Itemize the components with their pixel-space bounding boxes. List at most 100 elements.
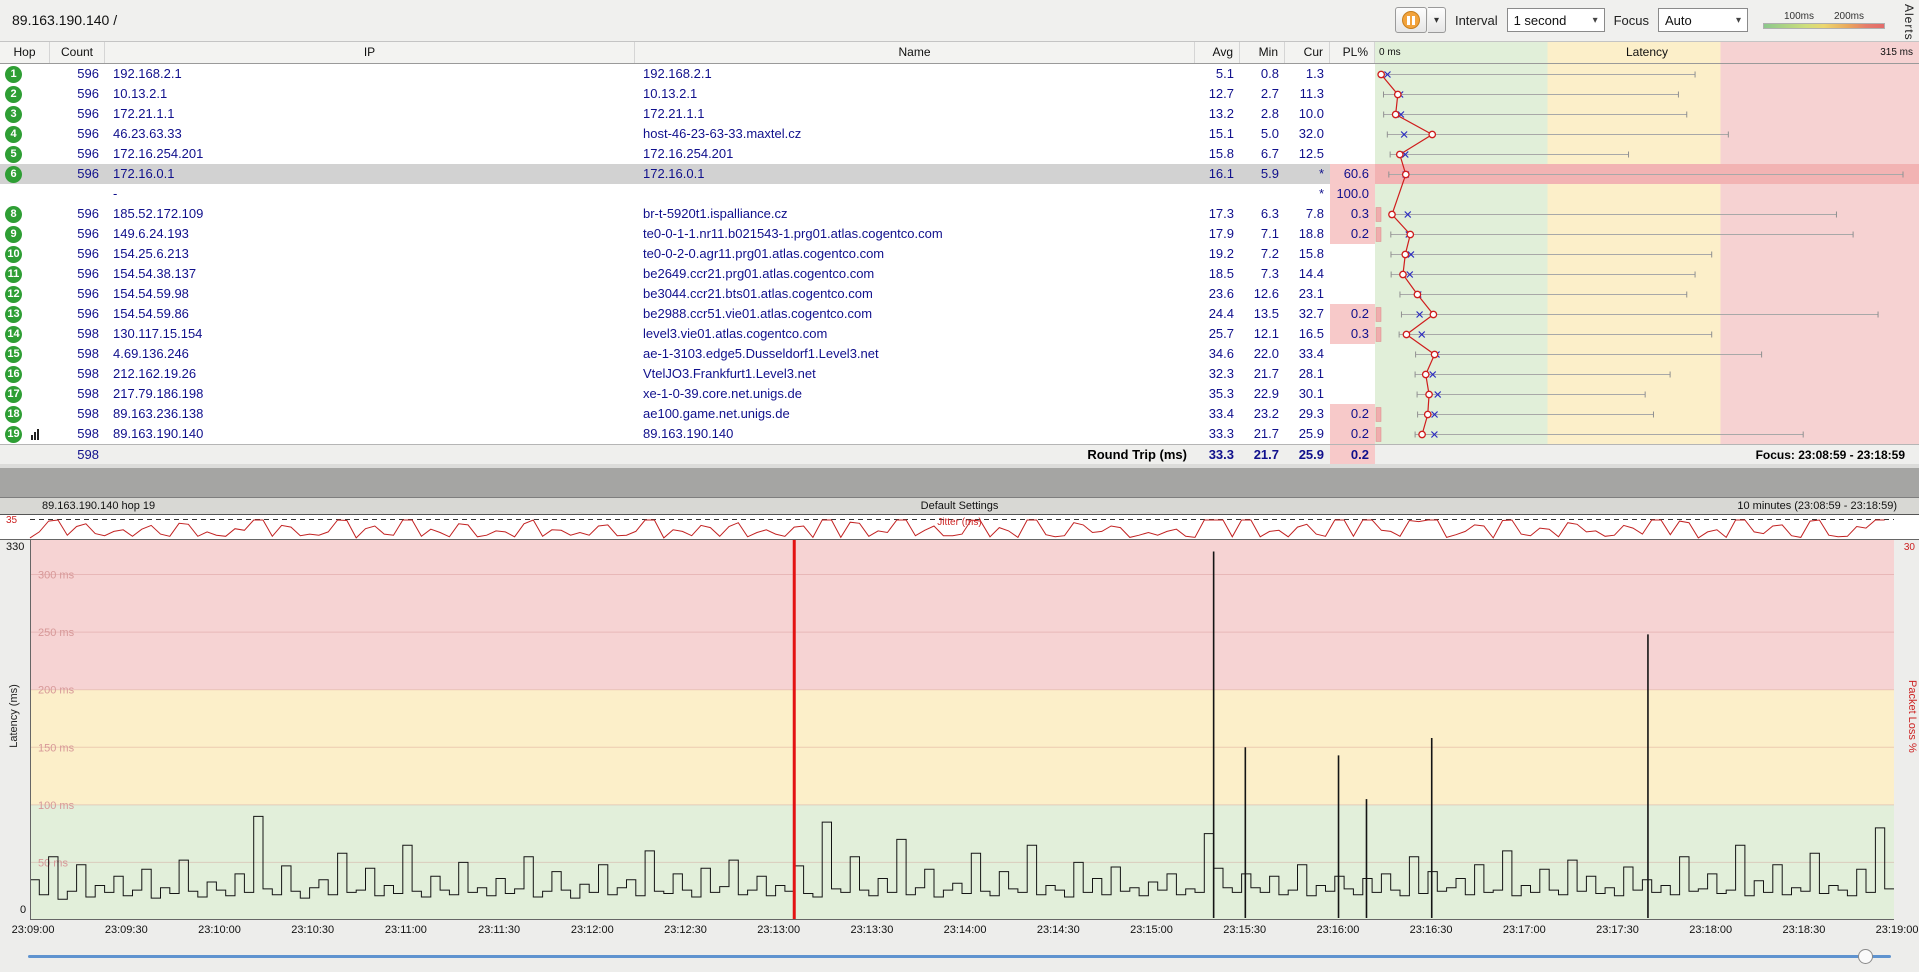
ip-cell: 154.54.59.86 — [105, 304, 635, 324]
ip-cell: 192.168.2.1 — [105, 64, 635, 84]
count-cell: 596 — [50, 164, 105, 184]
time-tick-label: 23:14:00 — [944, 924, 987, 936]
table-row[interactable]: 8596185.52.172.109br-t-5920t1.ispallianc… — [0, 204, 1919, 224]
timeline-settings-label[interactable]: Default Settings — [921, 498, 999, 514]
col-header-min[interactable]: Min — [1240, 42, 1285, 63]
table-row[interactable]: 14598130.117.15.154level3.vie01.atlas.co… — [0, 324, 1919, 344]
table-row[interactable]: 155984.69.136.246ae-1-3103.edge5.Dusseld… — [0, 344, 1919, 364]
name-cell: VtelJO3.Frankfurt1.Level3.net — [635, 364, 1195, 384]
count-cell: 598 — [50, 364, 105, 384]
hop-badge: 12 — [5, 286, 22, 303]
name-cell: ae-1-3103.edge5.Dusseldorf1.Level3.net — [635, 344, 1195, 364]
time-tick-label: 23:11:00 — [385, 924, 427, 936]
name-cell: 89.163.190.140 — [635, 424, 1195, 444]
timeline-scrollbar[interactable] — [0, 942, 1919, 972]
table-row[interactable]: 1959889.163.190.14089.163.190.14033.321.… — [0, 424, 1919, 444]
cur-cell: 15.8 — [1285, 244, 1330, 264]
pl-cell: 0.2 — [1330, 304, 1375, 324]
table-row[interactable]: 3596172.21.1.1172.21.1.113.22.810.0 — [0, 104, 1919, 124]
avg-cell: 5.1 — [1195, 64, 1240, 84]
latency-cell — [1375, 124, 1919, 144]
cur-cell: 1.3 — [1285, 64, 1330, 84]
count-cell: 596 — [50, 264, 105, 284]
pl-cell — [1330, 124, 1375, 144]
table-row[interactable]: 259610.13.2.110.13.2.112.72.711.3 — [0, 84, 1919, 104]
cur-cell: 12.5 — [1285, 144, 1330, 164]
alerts-tab[interactable]: Alerts — [1902, 4, 1916, 41]
table-row[interactable]: 9596149.6.24.193te0-0-1-1.nr11.b021543-1… — [0, 224, 1919, 244]
avg-cell: 13.2 — [1195, 104, 1240, 124]
interval-value: 1 second — [1514, 13, 1567, 28]
timeline-range-label[interactable]: 10 minutes (23:08:59 - 23:18:59) — [1737, 498, 1897, 514]
table-row[interactable]: -*100.0 — [0, 184, 1919, 204]
footer-cur: 25.9 — [1285, 445, 1330, 464]
scrollbar-track[interactable] — [28, 955, 1891, 958]
focus-select[interactable]: Auto ▾ — [1658, 8, 1748, 32]
time-tick-label: 23:15:00 — [1130, 924, 1173, 936]
avg-cell: 25.7 — [1195, 324, 1240, 344]
hop-cell: 8 — [0, 204, 50, 224]
legend-100ms-label: 100ms — [1784, 11, 1814, 22]
latency-timeline-chart[interactable]: 300 ms250 ms200 ms150 ms100 ms50 ms 330 … — [0, 540, 1919, 920]
pane-splitter[interactable] — [0, 464, 1919, 498]
col-header-cur[interactable]: Cur — [1285, 42, 1330, 63]
avg-cell: 19.2 — [1195, 244, 1240, 264]
count-cell: 596 — [50, 224, 105, 244]
count-cell: 596 — [50, 284, 105, 304]
pause-menu-button[interactable]: ▾ — [1428, 7, 1446, 33]
pl-cell — [1330, 64, 1375, 84]
col-header-name[interactable]: Name — [635, 42, 1195, 63]
table-row[interactable]: 12596154.54.59.98be3044.ccr21.bts01.atla… — [0, 284, 1919, 304]
hop-badge: 16 — [5, 366, 22, 383]
col-header-hop[interactable]: Hop — [0, 42, 50, 63]
time-tick-label: 23:09:00 — [12, 924, 55, 936]
table-row[interactable]: 17598217.79.186.198xe-1-0-39.core.net.un… — [0, 384, 1919, 404]
table-row[interactable]: 13596154.54.59.86be2988.ccr51.vie01.atla… — [0, 304, 1919, 324]
interval-select[interactable]: 1 second ▾ — [1507, 8, 1605, 32]
table-row[interactable]: 10596154.25.6.213te0-0-2-0.agr11.prg01.a… — [0, 244, 1919, 264]
table-row[interactable]: 5596172.16.254.201172.16.254.20115.86.71… — [0, 144, 1919, 164]
col-header-latency[interactable]: 0 ms Latency 315 ms — [1375, 42, 1919, 63]
ip-cell: 172.21.1.1 — [105, 104, 635, 124]
count-cell: 598 — [50, 344, 105, 364]
col-header-ip[interactable]: IP — [105, 42, 635, 63]
focus-value: Auto — [1665, 13, 1692, 28]
hop-cell: 11 — [0, 264, 50, 284]
cur-cell: 33.4 — [1285, 344, 1330, 364]
time-tick-label: 23:19:00 — [1876, 924, 1919, 936]
cur-cell: 10.0 — [1285, 104, 1330, 124]
hop-badge: 14 — [5, 326, 22, 343]
table-row[interactable]: 1596192.168.2.1192.168.2.15.10.81.3 — [0, 64, 1919, 84]
pause-button[interactable] — [1395, 7, 1427, 33]
footer-count: 598 — [50, 445, 105, 464]
col-header-pl[interactable]: PL% — [1330, 42, 1375, 63]
svg-text:250 ms: 250 ms — [38, 627, 75, 639]
name-cell: be3044.ccr21.bts01.atlas.cogentco.com — [635, 284, 1195, 304]
scrollbar-knob[interactable] — [1858, 949, 1873, 964]
hop-cell: 6 — [0, 164, 50, 184]
table-row[interactable]: 1859889.163.236.138ae100.game.net.unigs.… — [0, 404, 1919, 424]
avg-cell: 35.3 — [1195, 384, 1240, 404]
latency-cell — [1375, 224, 1919, 244]
table-row[interactable]: 459646.23.63.33host-46-23-63-33.maxtel.c… — [0, 124, 1919, 144]
latency-gradient-bar — [1763, 23, 1885, 29]
table-row[interactable]: 6596172.16.0.1172.16.0.116.15.9*60.6 — [0, 164, 1919, 184]
target-address: 89.163.190.140 / — [12, 12, 117, 28]
table-row[interactable]: 11596154.54.38.137be2649.ccr21.prg01.atl… — [0, 264, 1919, 284]
col-header-count[interactable]: Count — [50, 42, 105, 63]
time-tick-label: 23:17:00 — [1503, 924, 1546, 936]
y-axis-title: Latency (ms) — [8, 676, 20, 756]
latency-cell — [1375, 364, 1919, 384]
col-header-avg[interactable]: Avg — [1195, 42, 1240, 63]
avg-cell: 33.4 — [1195, 404, 1240, 424]
name-cell: host-46-23-63-33.maxtel.cz — [635, 124, 1195, 144]
ip-cell: 46.23.63.33 — [105, 124, 635, 144]
table-row[interactable]: 16598212.162.19.26VtelJO3.Frankfurt1.Lev… — [0, 364, 1919, 384]
hop-badge: 9 — [5, 226, 22, 243]
ip-cell: - — [105, 184, 635, 204]
pl-cell: 0.2 — [1330, 424, 1375, 444]
hop-badge: 5 — [5, 146, 22, 163]
latency-cell — [1375, 284, 1919, 304]
hop-badge: 1 — [5, 66, 22, 83]
name-cell: te0-0-2-0.agr11.prg01.atlas.cogentco.com — [635, 244, 1195, 264]
